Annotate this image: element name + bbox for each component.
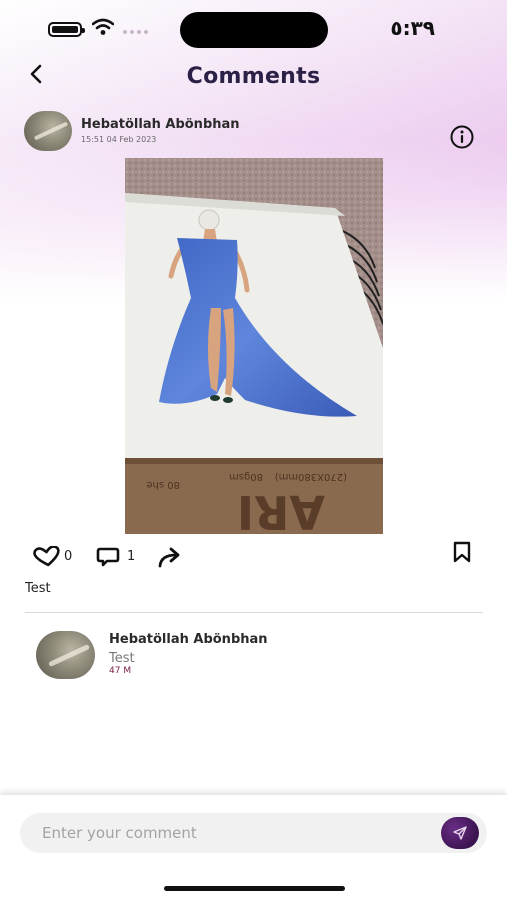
bookmark-icon — [453, 541, 471, 563]
send-icon — [453, 826, 467, 840]
bookmark-button[interactable] — [450, 540, 474, 564]
comment-author-name[interactable]: Hebatöllah Abönbhan — [109, 632, 268, 647]
comment-time: 47 M — [109, 666, 132, 676]
status-bar: ٥:٣٩ — [0, 0, 507, 60]
comment-button[interactable] — [95, 546, 121, 568]
send-button[interactable] — [441, 817, 479, 849]
comment-input-container — [20, 813, 487, 853]
post-date: 15:51 04 Feb 2023 — [81, 135, 157, 144]
comment-text: Test — [109, 651, 135, 666]
comment-count: 1 — [127, 549, 136, 564]
info-icon — [450, 125, 474, 149]
box-printed-text-gsm: 80gsm — [229, 471, 263, 482]
home-indicator — [164, 886, 345, 891]
post-author-name[interactable]: Hebatöllah Abönbhan — [81, 117, 240, 132]
heart-icon — [33, 545, 60, 567]
info-button[interactable] — [449, 124, 475, 150]
divider — [25, 612, 483, 613]
box-printed-text-sheets: 80 she — [146, 479, 180, 490]
dynamic-island — [180, 12, 328, 48]
page-title: Comments — [186, 64, 321, 89]
box-printed-text-size: (270X380mm) — [275, 471, 347, 482]
comment-input[interactable] — [42, 813, 442, 853]
status-time: ٥:٣٩ — [390, 16, 435, 40]
post-caption: Test — [25, 581, 51, 596]
like-button[interactable] — [32, 545, 62, 568]
comment-icon — [96, 547, 120, 567]
wifi-icon — [92, 18, 114, 35]
share-button[interactable] — [156, 545, 184, 569]
post-image[interactable]: 80gsm (270X380mm) 80 she ARI — [125, 158, 383, 534]
cellular-signal-icon — [123, 30, 148, 34]
box-printed-brand-text: ARI — [237, 485, 325, 534]
comment-author-avatar[interactable] — [36, 631, 95, 679]
fashion-sketch-image: 80gsm (270X380mm) 80 she ARI — [125, 158, 383, 534]
battery-icon — [48, 22, 85, 37]
post-author-avatar[interactable] — [24, 111, 72, 151]
like-count: 0 — [64, 549, 73, 564]
share-arrow-icon — [158, 547, 180, 568]
